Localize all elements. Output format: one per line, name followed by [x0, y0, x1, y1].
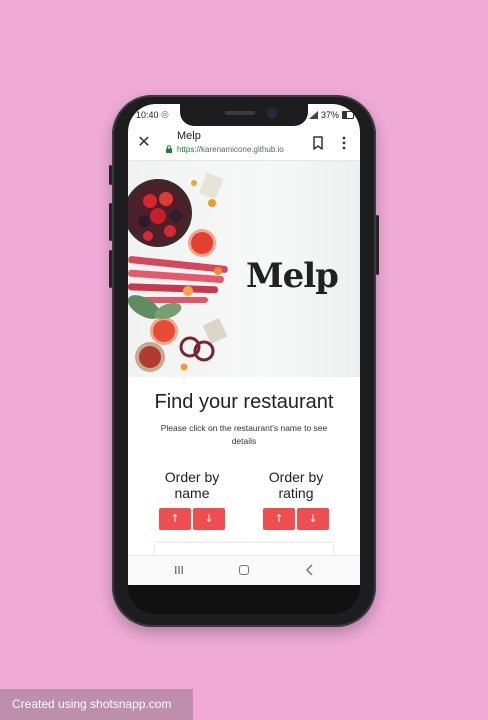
order-by-rating-label: Order by rating — [268, 469, 324, 501]
phone-notch — [180, 104, 308, 126]
sort-name-descending-button[interactable]: ↓ — [193, 508, 225, 530]
battery-percent: 37% — [320, 110, 339, 120]
main-content: Find your restaurant Please click on the… — [128, 377, 360, 563]
close-icon[interactable]: ✕ — [136, 135, 152, 151]
front-camera — [268, 109, 276, 117]
hero-logo-text: Melp — [246, 256, 339, 296]
watermark-label: Created using shotsnapp.com — [0, 689, 193, 720]
url-scheme: https:// — [177, 145, 202, 154]
order-by-name-group: Order by name ↑ ↓ — [152, 469, 232, 530]
signal-icon — [308, 111, 318, 119]
battery-icon — [342, 111, 354, 119]
url-text[interactable]: https://karenamicone.github.io — [177, 145, 284, 154]
sort-rating-ascending-button[interactable]: ↑ — [263, 508, 295, 530]
recent-apps-icon[interactable] — [174, 565, 184, 575]
speaker-grille — [225, 111, 255, 115]
status-time: 10:40 — [136, 110, 159, 120]
power-button — [376, 215, 379, 275]
order-by-rating-group: Order by rating ↑ ↓ — [256, 469, 336, 530]
lock-icon[interactable] — [165, 145, 173, 153]
url-host: karenamicone.github.io — [201, 145, 284, 154]
page-title: Melp — [177, 130, 201, 142]
sort-name-ascending-button[interactable]: ↑ — [159, 508, 191, 530]
system-nav-bar — [128, 555, 360, 586]
screen-bottom-bezel — [128, 585, 360, 614]
back-icon[interactable] — [305, 564, 315, 576]
home-icon[interactable] — [239, 565, 249, 575]
whatsapp-icon: ◎ — [161, 109, 169, 119]
order-by-name-label: Order by name — [164, 469, 220, 501]
page-instructions: Please click on the restaurant's name to… — [160, 423, 328, 446]
bookmark-icon[interactable] — [311, 135, 325, 151]
sort-rating-descending-button[interactable]: ↓ — [297, 508, 329, 530]
page-heading: Find your restaurant — [154, 391, 334, 413]
hero-banner: Melp — [128, 161, 360, 377]
phone-screen: 10:40 ◎ 37% ✕ Melp https://karenamicone.… — [128, 104, 360, 614]
custom-tab-bar: ✕ Melp https://karenamicone.github.io — [128, 126, 360, 161]
more-vert-icon[interactable] — [342, 136, 346, 150]
